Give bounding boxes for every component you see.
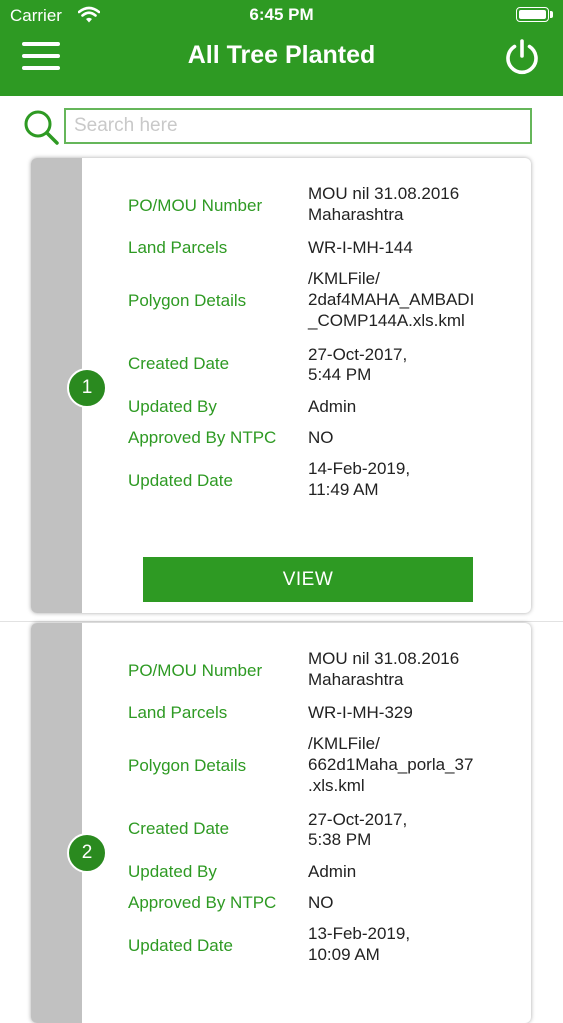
record-index-badge: 2	[67, 833, 107, 873]
search-icon[interactable]	[22, 108, 60, 146]
value-updated-date-line1: 14-Feb-2019,	[308, 459, 411, 478]
value-updated-by: Admin	[308, 862, 357, 881]
value-polygon-line3: _COMP144A.xls.kml	[308, 311, 465, 330]
label-po-mou: PO/MOU Number	[128, 196, 263, 215]
value-polygon-line2: 2daf4MAHA_AMBADI	[308, 290, 475, 309]
value-updated-date-line1: 13-Feb-2019,	[308, 924, 411, 943]
label-polygon-details: Polygon Details	[128, 756, 247, 775]
value-polygon-line3: .xls.kml	[308, 776, 365, 795]
value-land-parcels: WR-I-MH-144	[308, 238, 413, 257]
label-land-parcels: Land Parcels	[128, 703, 228, 722]
value-created-date-line2: 5:44 PM	[308, 365, 372, 384]
status-bar: Carrier 6:45 PM	[0, 0, 563, 32]
label-created-date: Created Date	[128, 819, 230, 838]
status-time: 6:45 PM	[249, 5, 314, 24]
nav-bar: All Tree Planted	[0, 32, 563, 96]
value-created-date-line2: 5:38 PM	[308, 830, 372, 849]
label-polygon-details: Polygon Details	[128, 291, 247, 310]
card-side-strip	[31, 623, 82, 1023]
value-polygon-line1: /KMLFile/	[308, 269, 380, 288]
search-input[interactable]	[64, 108, 532, 144]
value-created-date-line1: 27-Oct-2017,	[308, 345, 408, 364]
battery-tip	[550, 11, 553, 18]
value-po-mou-line1: MOU nil 31.08.2016	[308, 649, 460, 668]
value-po-mou-line2: Maharashtra	[308, 205, 404, 224]
value-po-mou-line2: Maharashtra	[308, 670, 404, 689]
label-approved-by: Approved By NTPC	[128, 428, 277, 447]
label-approved-by: Approved By NTPC	[128, 893, 277, 912]
label-po-mou: PO/MOU Number	[128, 661, 263, 680]
label-created-date: Created Date	[128, 354, 230, 373]
record-index-badge: 1	[67, 368, 107, 408]
page-title: All Tree Planted	[187, 41, 376, 69]
label-updated-by: Updated By	[128, 397, 217, 416]
value-approved-by: NO	[308, 893, 334, 912]
view-button[interactable]: VIEW	[143, 557, 473, 602]
value-land-parcels: WR-I-MH-329	[308, 703, 413, 722]
search-bar	[0, 96, 563, 158]
record-card: 2 PO/MOU Number MOU nil 31.08.2016 Mahar…	[31, 623, 531, 1023]
value-polygon-line1: /KMLFile/	[308, 734, 380, 753]
label-updated-by: Updated By	[128, 862, 217, 881]
value-po-mou-line1: MOU nil 31.08.2016	[308, 184, 460, 203]
value-updated-date-line2: 11:49 AM	[308, 480, 379, 499]
record-card: 1 PO/MOU Number MOU nil 31.08.2016 Mahar…	[31, 158, 531, 613]
value-polygon-line2: 662d1Maha_porla_37	[308, 755, 474, 774]
power-icon[interactable]	[502, 37, 542, 77]
app-header: Carrier 6:45 PM All Tree Planted	[0, 0, 563, 96]
value-updated-by: Admin	[308, 397, 357, 416]
label-updated-date: Updated Date	[128, 471, 233, 490]
label-updated-date: Updated Date	[128, 936, 233, 955]
value-approved-by: NO	[308, 428, 334, 447]
battery-icon	[516, 7, 549, 22]
value-updated-date-line2: 10:09 AM	[308, 945, 380, 964]
label-land-parcels: Land Parcels	[128, 238, 228, 257]
value-created-date-line1: 27-Oct-2017,	[308, 810, 408, 829]
list-divider	[0, 621, 563, 622]
